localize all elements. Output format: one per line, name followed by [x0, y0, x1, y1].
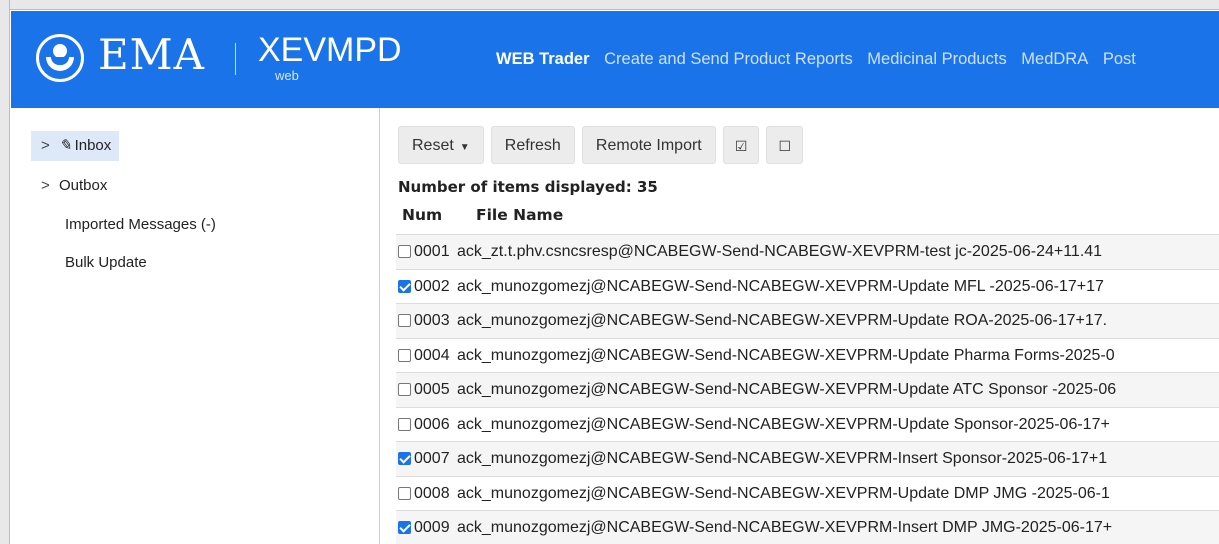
row-checkbox[interactable] — [398, 314, 411, 327]
row-checkbox[interactable] — [398, 279, 411, 293]
select-all-button[interactable]: ☑ — [722, 126, 760, 164]
row-checkbox[interactable] — [398, 348, 411, 362]
nav-medicinal-products[interactable]: Medicinal Products — [867, 50, 1006, 68]
nav-create-send-reports[interactable]: Create and Send Product Reports — [604, 50, 853, 68]
row-num: 0008 — [414, 484, 450, 502]
table-row[interactable]: 0007 ack_munozgomezj@NCABEGW-Send-NCABEGW… — [396, 441, 1219, 476]
chevron-right-icon[interactable]: > — [41, 136, 59, 156]
row-checkbox[interactable] — [398, 486, 411, 500]
items-count: Number of items displayed: 35 — [398, 178, 658, 196]
window-frame-left — [0, 0, 10, 544]
row-file-name[interactable]: ack_munozgomezj@NCABEGW-Send-NCABEGW-XEV… — [457, 442, 1107, 476]
brand-divider — [235, 43, 236, 75]
sidebar: > ✎ Inbox > Outbox Imported Messages (-) Bu… — [11, 108, 380, 544]
table-row[interactable]: 0004 ack_munozgomezj@NCABEGW-Send-NCABEGW… — [396, 337, 1219, 373]
toolbar: Reset ▼ Refresh Remote Import ☑ ☐ — [398, 126, 805, 164]
row-file-name[interactable]: ack_zt.t.phv.csncsresp@NCABEGW-Send-NCAB… — [457, 235, 1102, 269]
table-row[interactable]: 0002 ack_munozgomezj@NCABEGW-Send-NCABEGW… — [396, 268, 1219, 304]
sidebar-item-label: Inbox — [74, 137, 112, 154]
row-checkbox[interactable] — [398, 417, 411, 431]
row-num: 0002 — [414, 277, 450, 295]
row-file-name[interactable]: ack_munozgomezj@NCABEGW-Send-NCABEGW-XEV… — [457, 511, 1112, 544]
row-checkbox[interactable] — [398, 452, 411, 465]
remote-import-button[interactable]: Remote Import — [581, 126, 716, 164]
table-row[interactable]: 0003 ack_munozgomezj@NCABEGW-Send-NCABEGW… — [396, 303, 1219, 338]
sidebar-item-label: Outbox — [59, 177, 108, 194]
select-none-button[interactable]: ☐ — [766, 126, 804, 164]
refresh-button[interactable]: Refresh — [490, 126, 575, 164]
brand-name[interactable]: EMA — [98, 30, 205, 80]
row-file-name[interactable]: ack_munozgomezj@NCABEGW-Send-NCABEGW-XEV… — [457, 408, 1110, 442]
row-num: 0009 — [414, 519, 450, 536]
reset-button-label: Reset — [412, 137, 454, 154]
row-file-name[interactable]: ack_munozgomezj@NCABEGW-Send-NCABEGW-XEV… — [457, 304, 1107, 338]
window-frame-top — [0, 0, 1219, 10]
ema-logo-icon[interactable] — [36, 34, 84, 82]
row-num: 0001 — [414, 243, 450, 260]
row-checkbox[interactable] — [398, 383, 411, 396]
nav-meddra[interactable]: MedDRA — [1021, 50, 1088, 68]
table-row[interactable]: 0008 ack_munozgomezj@NCABEGW-Send-NCABEGW… — [396, 475, 1219, 511]
row-file-name[interactable]: ack_munozgomezj@NCABEGW-Send-NCABEGW-XEV… — [457, 339, 1115, 373]
row-checkbox[interactable] — [398, 521, 411, 534]
table-row[interactable]: 0001 ack_zt.t.phv.csncsresp@NCABEGW-Send-… — [396, 234, 1219, 269]
row-file-name[interactable]: ack_munozgomezj@NCABEGW-Send-NCABEGW-XEV… — [457, 477, 1110, 511]
nav-post[interactable]: Post — [1103, 50, 1136, 68]
row-num: 0003 — [414, 312, 450, 329]
top-nav: WEB Trader Create and Send Product Repor… — [496, 49, 1146, 69]
caret-down-icon: ▼ — [459, 142, 470, 153]
chevron-right-icon[interactable]: > — [41, 176, 59, 196]
row-num: 0007 — [414, 450, 450, 467]
sidebar-item-outbox[interactable]: > Outbox — [41, 176, 107, 196]
product-name: XEVMPD — [258, 31, 402, 69]
row-num: 0005 — [414, 381, 450, 398]
sidebar-item-label: Bulk Update — [65, 254, 147, 271]
nav-web-trader[interactable]: WEB Trader — [496, 50, 590, 68]
row-file-name[interactable]: ack_munozgomezj@NCABEGW-Send-NCABEGW-XEV… — [457, 270, 1104, 304]
product-subtitle: web — [275, 68, 299, 83]
column-header-file-name[interactable]: File Name — [476, 206, 563, 224]
main-panel: Reset ▼ Refresh Remote Import ☑ ☐ Number … — [381, 108, 1219, 544]
row-num: 0006 — [414, 415, 450, 433]
sidebar-item-bulk-update[interactable]: Bulk Update — [65, 253, 147, 273]
pencil-icon: ✎ — [59, 137, 72, 154]
table-header: Num File Name — [398, 206, 563, 224]
table-row[interactable]: 0006 ack_munozgomezj@NCABEGW-Send-NCABEGW… — [396, 406, 1219, 442]
sidebar-item-label: Imported Messages (-) — [65, 216, 216, 233]
sidebar-item-imported-messages[interactable]: Imported Messages (-) — [65, 215, 216, 235]
message-list: 0001 ack_zt.t.phv.csncsresp@NCABEGW-Send-… — [396, 234, 1219, 544]
app-header: EMA XEVMPD web WEB Trader Create and Sen… — [11, 11, 1219, 108]
table-row[interactable]: 0005 ack_munozgomezj@NCABEGW-Send-NCABEGW… — [396, 372, 1219, 407]
sidebar-item-inbox[interactable]: > ✎ Inbox — [31, 131, 120, 161]
table-row[interactable]: 0009 ack_munozgomezj@NCABEGW-Send-NCABEGW… — [396, 510, 1219, 544]
column-header-num[interactable]: Num — [398, 206, 476, 224]
row-checkbox[interactable] — [398, 245, 411, 258]
row-num: 0004 — [414, 346, 450, 364]
row-file-name[interactable]: ack_munozgomezj@NCABEGW-Send-NCABEGW-XEV… — [457, 373, 1116, 407]
reset-button[interactable]: Reset ▼ — [398, 126, 484, 164]
